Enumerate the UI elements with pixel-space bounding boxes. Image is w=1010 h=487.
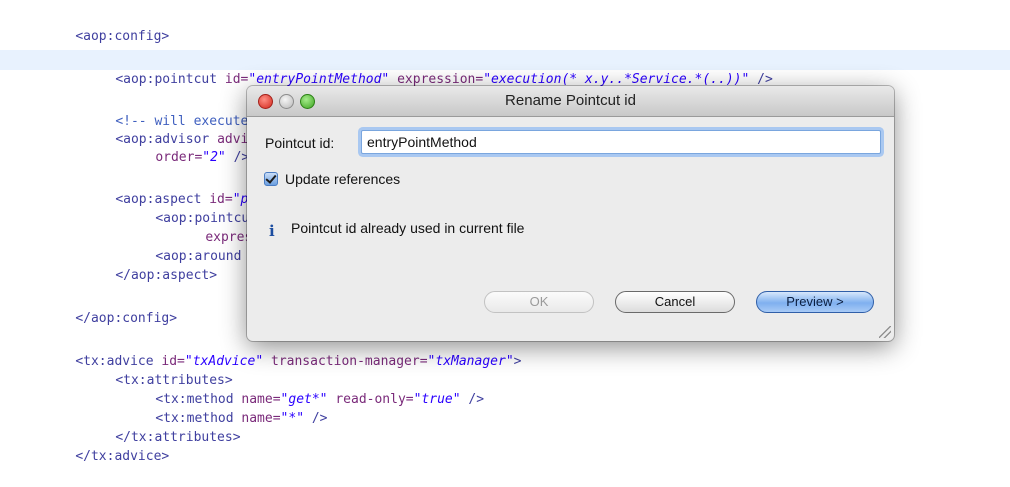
code-token: expression= (389, 72, 484, 87)
code-line: <tx:attributes> (0, 351, 1010, 388)
dialog-title: Rename Pointcut id (505, 92, 636, 109)
code-token: "entryPointMethod" (248, 72, 390, 87)
dialog-titlebar[interactable]: Rename Pointcut id (247, 86, 894, 117)
code-token: /> (749, 72, 773, 87)
code-line: </tx:attributes> (0, 408, 1010, 445)
ok-button[interactable]: OK (484, 291, 594, 313)
code-line: <aop:config> (0, 7, 1010, 44)
code-line: <tx:method name="*" /> (0, 389, 1010, 426)
info-icon: i (269, 222, 275, 240)
code-token: </tx:advice> (75, 449, 170, 464)
preview-button[interactable]: Preview > (756, 291, 874, 313)
pointcut-id-input[interactable] (361, 130, 881, 154)
pointcut-id-label: Pointcut id: (265, 135, 335, 151)
code-line-current: <aop:pointcut id="entryPointMethod" expr… (0, 50, 1010, 87)
code-token: order= (155, 150, 203, 165)
code-line: <tx:method name="get*" read-only="true" … (0, 370, 1010, 407)
code-line: </tx:advice> (0, 427, 1010, 464)
code-token: "execution(* x.y..*Service.*(..))" (483, 72, 750, 87)
code-token: </aop:config> (75, 311, 178, 326)
code-token: id= (224, 72, 249, 87)
code-token: <aop:pointcut (115, 72, 225, 87)
code-token: <aop:config> (75, 29, 170, 44)
cancel-button[interactable]: Cancel (615, 291, 735, 313)
code-token: "2" (202, 150, 226, 165)
status-message: Pointcut id already used in current file (291, 220, 525, 236)
resize-grip[interactable] (879, 326, 891, 338)
code-token: </aop:aspect> (115, 268, 218, 283)
update-references-checkbox[interactable] (264, 172, 278, 186)
rename-pointcut-dialog: Rename Pointcut id Pointcut id: Update r… (247, 86, 894, 341)
update-references-label[interactable]: Update references (285, 171, 400, 187)
